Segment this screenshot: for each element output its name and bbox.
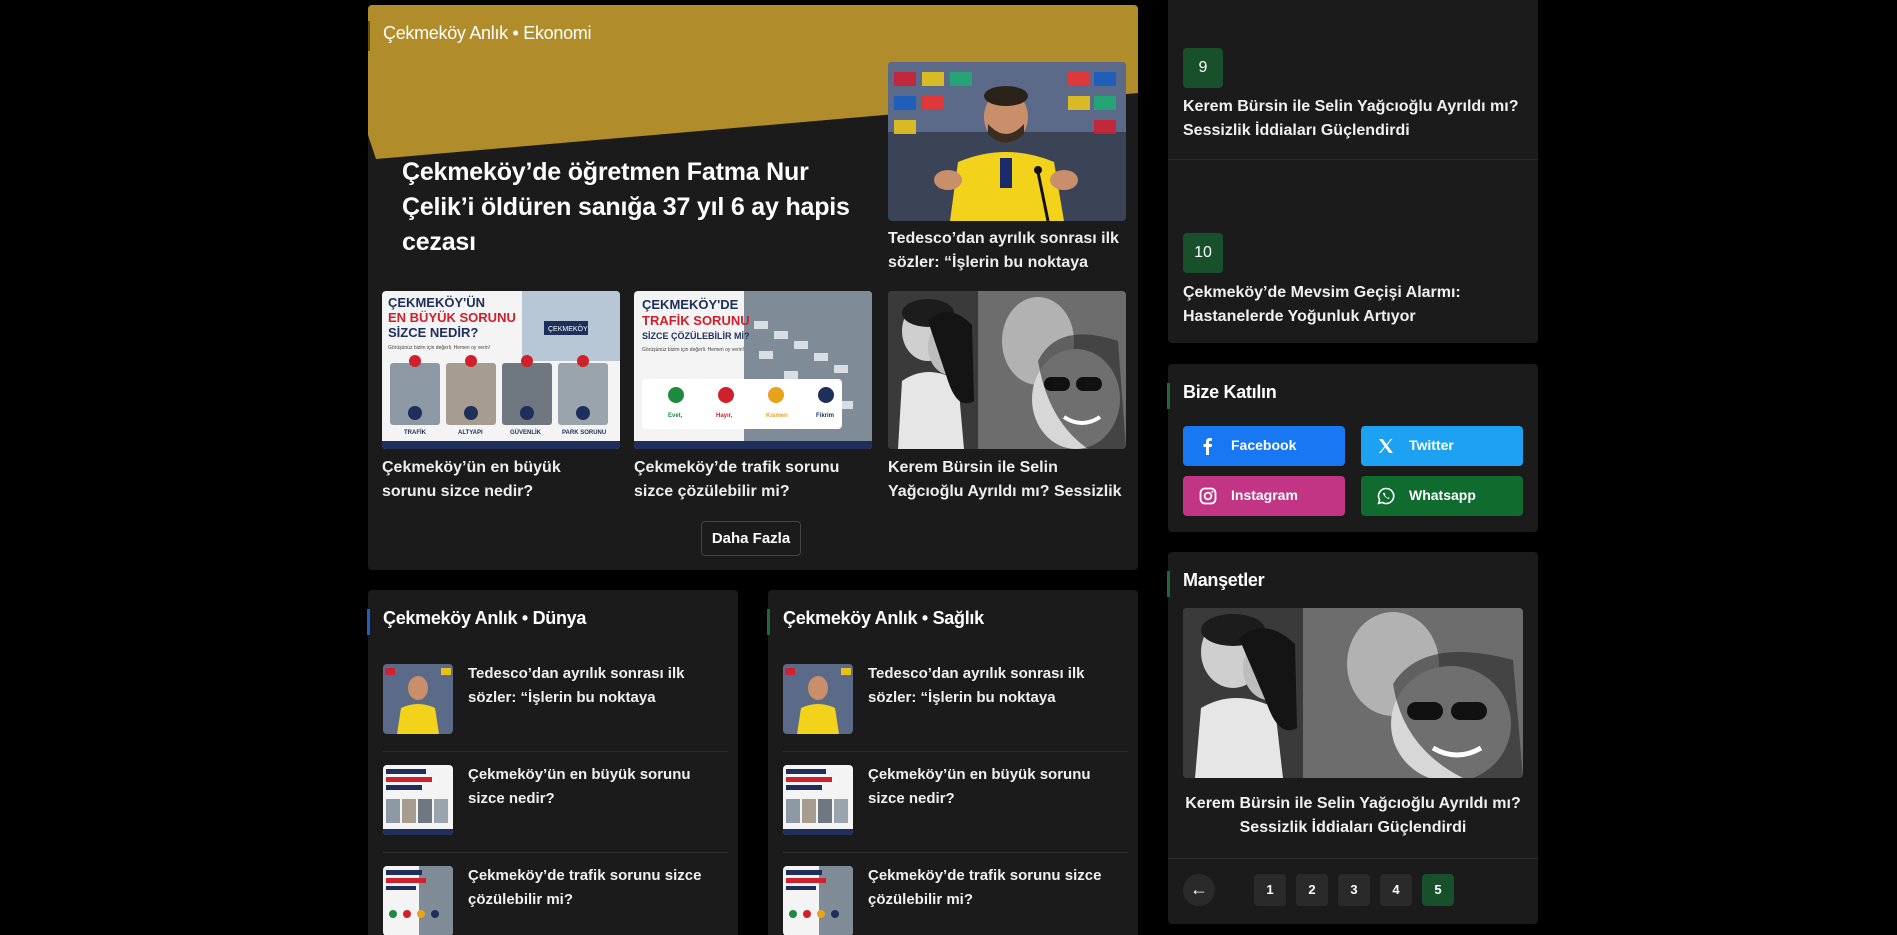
headline-caption[interactable]: Kerem Bürsin ile Selin Yağcıoğlu Ayrıldı…: [1183, 792, 1523, 840]
tedesco-photo[interactable]: [888, 62, 1126, 221]
list-item-title[interactable]: Çekmeköy’de trafik sorunu sizce çözülebi…: [868, 864, 1128, 912]
couple-caption[interactable]: Kerem Bürsin ile Selin Yağcıoğlu Ayrıldı…: [888, 456, 1126, 504]
page-button-1[interactable]: 1: [1254, 874, 1286, 906]
rank-badge: 10: [1183, 233, 1223, 273]
economy-section-title: Çekmeköy Anlık • Ekonomi: [368, 21, 592, 51]
list-item-title[interactable]: Çekmeköy’ün en büyük sorunu sizce nedir?: [868, 763, 1128, 811]
list-item-title[interactable]: Çekmeköy’de trafik sorunu sizce çözülebi…: [468, 864, 728, 912]
tedesco-caption[interactable]: Tedesco’dan ayrılık sonrası ilk sözler: …: [888, 227, 1126, 275]
divider: [1168, 159, 1538, 160]
headlines-section: Manşetler Kerem Bürsin ile Selin Yağcıoğ…: [1166, 552, 1538, 924]
list-item[interactable]: Çekmeköy’de trafik sorunu sizce çözülebi…: [383, 854, 728, 935]
couple-photo[interactable]: [888, 291, 1126, 449]
twitter-button[interactable]: Twitter: [1361, 426, 1523, 466]
facebook-icon: [1199, 437, 1217, 455]
list-item[interactable]: Tedesco’dan ayrılık sonrası ilk sözler: …: [383, 652, 728, 752]
poll-caption[interactable]: Çekmeköy’ün en büyük sorunu sizce nedir?: [382, 456, 612, 504]
x-icon: [1377, 437, 1395, 455]
list-thumb-poll: [383, 765, 453, 835]
arrow-left-icon: ←: [1190, 879, 1208, 899]
world-section-title: Çekmeköy Anlık • Dünya: [366, 608, 587, 635]
trending-list: 9 Kerem Bürsin ile Selin Yağcıoğlu Ayrıl…: [1168, 0, 1538, 343]
facebook-button[interactable]: Facebook: [1183, 426, 1345, 466]
headlines-title: Manşetler: [1166, 570, 1265, 597]
join-us-section: Bize Katılın Facebook Twitter Instagram …: [1166, 364, 1538, 532]
list-item-title[interactable]: Tedesco’dan ayrılık sonrası ilk sözler: …: [868, 662, 1128, 710]
poster-line-1: ÇEKMEKÖY'ÜN: [388, 295, 485, 310]
traffic-opt-4: Fikrim: [816, 413, 834, 419]
prev-page-button[interactable]: ←: [1183, 874, 1215, 906]
list-item[interactable]: Tedesco’dan ayrılık sonrası ilk sözler: …: [783, 652, 1128, 752]
poll-poster-image[interactable]: ÇEKMEKÖY'ÜN EN BÜYÜK SORUNU SİZCE NEDİR?…: [382, 291, 620, 449]
join-us-title: Bize Katılın: [1166, 382, 1277, 409]
list-thumb-traffic: [383, 866, 453, 935]
whatsapp-button[interactable]: Whatsapp: [1361, 476, 1523, 516]
poster-item-3: GÜVENLİK: [510, 429, 542, 436]
list-thumb-tedesco: [383, 664, 453, 734]
rank-badge: 9: [1183, 48, 1223, 88]
economy-section: Çekmeköy Anlık • Ekonomi Çekmeköy’de öğr…: [368, 5, 1138, 570]
divider: [1168, 858, 1538, 859]
facebook-label: Facebook: [1231, 437, 1297, 453]
poster-item-1: TRAFİK: [404, 429, 427, 436]
poster-item-2: ALTYAPI: [458, 430, 483, 436]
economy-headline[interactable]: Çekmeköy’de öğretmen Fatma Nur Çelik’i ö…: [402, 155, 862, 260]
headline-photo[interactable]: [1183, 608, 1523, 778]
list-thumb-traffic: [783, 866, 853, 935]
trending-item-title[interactable]: Kerem Bürsin ile Selin Yağcıoğlu Ayrıldı…: [1183, 95, 1528, 143]
instagram-icon: [1199, 487, 1217, 505]
instagram-label: Instagram: [1231, 487, 1298, 503]
list-thumb-poll: [783, 765, 853, 835]
traffic-opt-3: Kısmen: [766, 413, 788, 419]
traffic-line-1: ÇEKMEKÖY'DE: [642, 297, 739, 312]
health-section-title: Çekmeköy Anlık • Sağlık: [767, 608, 984, 635]
whatsapp-label: Whatsapp: [1409, 487, 1476, 503]
traffic-opt-1: Evet,: [668, 413, 683, 419]
poster-sub: Görüşünüz bizim için değerli. Hemen oy v…: [388, 345, 490, 351]
health-section: Çekmeköy Anlık • Sağlık Tedesco’dan ayrı…: [767, 590, 1138, 935]
traffic-line-2: TRAFİK SORUNU: [642, 313, 750, 328]
page-button-3[interactable]: 3: [1338, 874, 1370, 906]
list-item[interactable]: Çekmeköy’de trafik sorunu sizce çözülebi…: [783, 854, 1128, 935]
poster-item-4: PARK SORUNU: [562, 430, 606, 436]
poster-badge: ÇEKMEKÖY: [548, 325, 588, 333]
traffic-opt-2: Hayır,: [716, 413, 733, 419]
page-button-4[interactable]: 4: [1380, 874, 1412, 906]
traffic-poster-image[interactable]: ÇEKMEKÖY'DE TRAFİK SORUNU SİZCE ÇÖZÜLEBİ…: [634, 291, 872, 449]
list-item-title[interactable]: Tedesco’dan ayrılık sonrası ilk sözler: …: [468, 662, 728, 710]
poster-line-3: SİZCE NEDİR?: [388, 325, 478, 340]
instagram-button[interactable]: Instagram: [1183, 476, 1345, 516]
list-item[interactable]: Çekmeköy’ün en büyük sorunu sizce nedir?: [783, 753, 1128, 853]
trending-item-title[interactable]: Çekmeköy’de Mevsim Geçişi Alarmı: Hastan…: [1183, 281, 1528, 329]
page-button-5[interactable]: 5: [1422, 874, 1454, 906]
more-button[interactable]: Daha Fazla: [701, 521, 801, 556]
twitter-label: Twitter: [1409, 437, 1454, 453]
page-button-2[interactable]: 2: [1296, 874, 1328, 906]
list-item-title[interactable]: Çekmeköy’ün en büyük sorunu sizce nedir?: [468, 763, 728, 811]
list-thumb-tedesco: [783, 664, 853, 734]
traffic-caption[interactable]: Çekmeköy’de trafik sorunu sizce çözülebi…: [634, 456, 864, 504]
whatsapp-icon: [1377, 487, 1395, 505]
traffic-line-3: SİZCE ÇÖZÜLEBİLİR Mİ?: [642, 331, 750, 341]
poster-line-2: EN BÜYÜK SORUNU: [388, 310, 516, 325]
traffic-sub: Görüşünüz bizim için değerli. Hemen oy v…: [642, 347, 744, 353]
list-item[interactable]: Çekmeköy’ün en büyük sorunu sizce nedir?: [383, 753, 728, 853]
world-section: Çekmeköy Anlık • Dünya #world-accent::be…: [366, 590, 738, 935]
